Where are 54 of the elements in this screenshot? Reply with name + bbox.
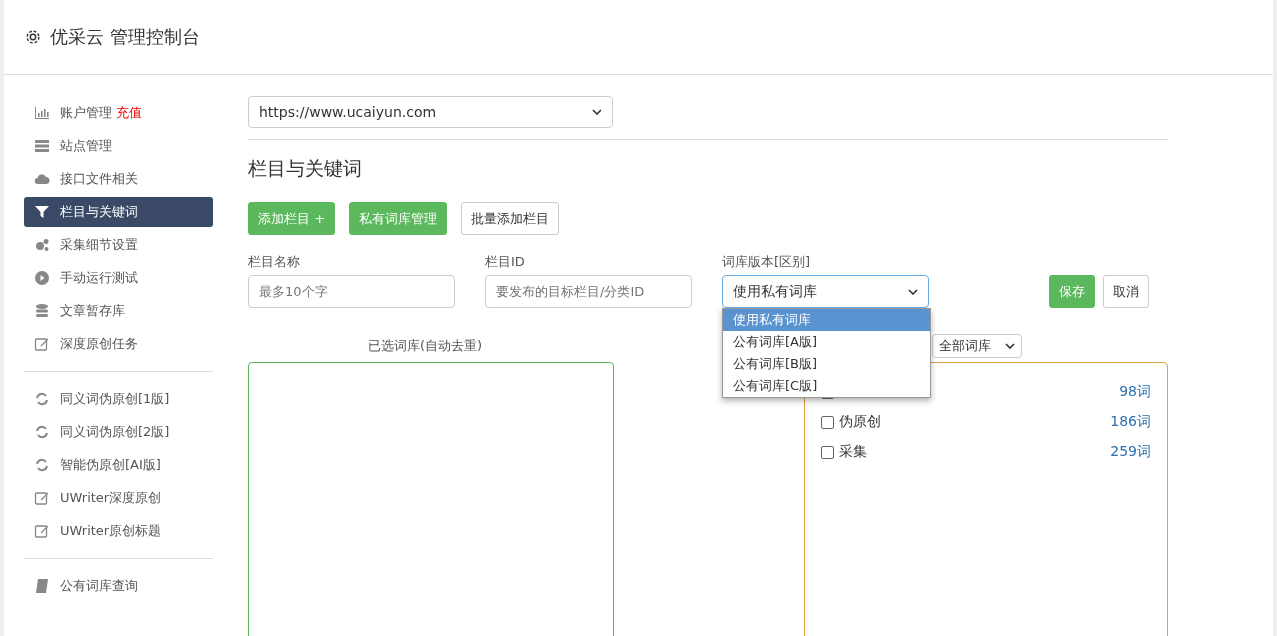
field-label: 栏目名称: [248, 253, 301, 271]
chevron-icon: [1005, 343, 1016, 349]
checkbox[interactable]: [821, 445, 834, 459]
library-name: 伪原创: [839, 413, 881, 431]
filter-icon: [34, 204, 50, 220]
library-name: 采集: [839, 443, 867, 461]
sidebar-item[interactable]: 同义词伪原创[1版]: [24, 384, 213, 414]
sidebar-item[interactable]: 站点管理: [24, 131, 213, 161]
sidebar-item[interactable]: 接口文件相关: [24, 164, 213, 194]
sidebar-item[interactable]: 智能伪原创[AI版]: [24, 450, 213, 480]
site-select[interactable]: https://www.ucaiyun.com: [248, 96, 613, 128]
chevron-icon: [592, 109, 602, 115]
action-button[interactable]: 批量添加栏目: [461, 202, 560, 235]
settings-icon: [24, 28, 42, 46]
sidebar-item[interactable]: 手动运行测试: [24, 263, 213, 293]
field-label: 词库版本[区别]: [722, 253, 812, 271]
cancel-button[interactable]: 取消: [1103, 275, 1149, 308]
edit-icon: [34, 336, 50, 352]
sidebar-item[interactable]: 同义词伪原创[2版]: [24, 417, 213, 447]
dropdown-option[interactable]: 公有词库[C版]: [723, 375, 930, 397]
field-label: 栏目ID: [485, 253, 526, 271]
app-title: 优采云 管理控制台: [50, 25, 200, 49]
word-count: 259词: [1110, 443, 1151, 461]
sidebar-item[interactable]: 采集细节设置: [24, 230, 213, 260]
input-field[interactable]: 最多10个字: [248, 275, 455, 308]
recharge-link[interactable]: 充值: [116, 104, 142, 122]
dropdown-option[interactable]: 公有词库[B版]: [723, 353, 930, 375]
input-field[interactable]: 要发布的目标栏目/分类ID: [485, 275, 692, 308]
refresh-icon: [34, 457, 50, 473]
chart-icon: [34, 105, 50, 121]
sidebar-item[interactable]: UWriter原创标题: [24, 516, 213, 546]
refresh-icon: [34, 424, 50, 440]
sidebar-item[interactable]: 账户管理 充值: [24, 98, 213, 128]
selected-label: 已选词库(自动去重): [368, 337, 483, 355]
cloud-icon: [34, 171, 50, 187]
library-select[interactable]: 使用私有词库: [722, 275, 929, 308]
edit-icon: [34, 523, 50, 539]
server-icon: [34, 138, 50, 154]
db-icon: [34, 303, 50, 319]
word-count: 186词: [1110, 413, 1151, 431]
section-title: 栏目与关键词: [248, 156, 363, 181]
sidebar-item[interactable]: 深度原创任务: [24, 329, 213, 359]
filter-select[interactable]: 全部词库: [932, 334, 1023, 358]
chevron-icon: [908, 288, 918, 295]
sidebar-item[interactable]: 栏目与关键词: [24, 197, 213, 227]
play-icon: [34, 270, 50, 286]
word-count: 98词: [1119, 383, 1151, 401]
sidebar-item[interactable]: 文章暂存库: [24, 296, 213, 326]
checkbox[interactable]: [821, 415, 834, 429]
sidebar-item[interactable]: UWriter深度原创: [24, 483, 213, 513]
sidebar-item[interactable]: 公有词库查询: [24, 571, 213, 601]
edit-icon: [34, 490, 50, 506]
refresh-icon: [34, 391, 50, 407]
dropdown-option[interactable]: 公有词库[A版]: [723, 331, 930, 353]
